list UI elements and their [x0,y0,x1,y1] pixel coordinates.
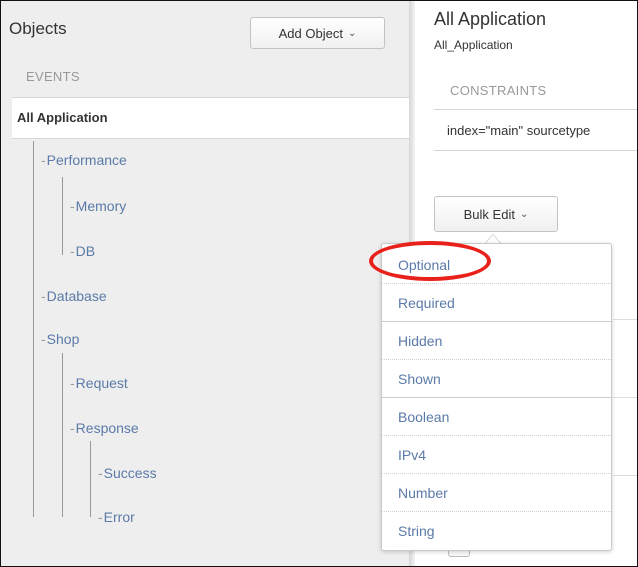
tree-dash-icon: - [98,509,103,525]
tree-connector-line [90,441,91,517]
tree-connector-line [62,177,63,255]
chevron-down-icon: ⌄ [347,27,357,39]
object-item-request[interactable]: -Request [70,375,128,391]
object-item-db[interactable]: -DB [70,243,95,259]
tree-dash-icon: - [41,288,46,304]
object-item-label: Performance [46,152,127,168]
dataset-title: All Application [434,9,547,29]
objects-title: Objects [9,19,67,38]
object-item-label: Shop [46,331,80,347]
object-item-label: Request [75,375,128,391]
object-item-success[interactable]: -Success [98,465,157,481]
tree-dash-icon: - [70,198,75,214]
menu-item-ipv4[interactable]: IPv4 [382,436,611,474]
table-row-divider [613,397,637,398]
menu-item-shown[interactable]: Shown [382,360,611,398]
object-item-label: Error [103,509,135,525]
menu-item-string[interactable]: String [382,512,611,550]
menu-item-number[interactable]: Number [382,474,611,512]
table-row-divider [613,475,637,476]
chevron-down-icon: ⌄ [519,208,529,220]
object-item-label: DB [75,243,96,259]
optional-highlight-annotation [369,241,491,281]
constraints-label: CONSTRAINTS [450,83,547,98]
object-item-response[interactable]: -Response [70,420,139,436]
table-row-divider [613,319,637,320]
objects-panel: Objects Add Object ⌄ EVENTS All Applicat… [1,1,410,566]
bulk-edit-menu: Optional Required Hidden Shown Boolean I… [381,243,612,551]
object-item-database[interactable]: -Database [41,288,107,304]
bulk-edit-button[interactable]: Bulk Edit ⌄ [434,196,558,232]
constraints-value: index="main" sourcetype [447,123,591,138]
bulk-edit-label: Bulk Edit [463,206,515,222]
object-item-all-application[interactable]: All Application [12,97,410,139]
object-item-label: Memory [75,198,127,214]
menu-item-required[interactable]: Required [382,284,611,322]
dataset-subtitle: All_Application [434,38,513,52]
object-item-shop[interactable]: -Shop [41,331,79,347]
object-item-label: All Application [17,110,108,125]
add-object-button[interactable]: Add Object ⌄ [250,17,385,49]
tree-dash-icon: - [98,465,103,481]
add-object-label: Add Object [278,25,343,41]
object-item-performance[interactable]: -Performance [41,152,127,168]
tree-dash-icon: - [41,331,46,347]
tree-connector-line [62,353,63,517]
menu-item-boolean[interactable]: Boolean [382,398,611,436]
screen: Objects Add Object ⌄ EVENTS All Applicat… [0,0,638,567]
tree-dash-icon: - [70,243,75,259]
tree-connector-line [33,141,34,517]
tree-dash-icon: - [70,420,75,436]
object-item-error[interactable]: -Error [98,509,135,525]
events-section-label: EVENTS [26,69,80,84]
tree-dash-icon: - [70,375,75,391]
tree-dash-icon: - [41,152,46,168]
menu-item-hidden[interactable]: Hidden [382,322,611,360]
object-item-label: Success [103,465,157,481]
dropdown-caret-icon [485,234,501,243]
object-item-label: Database [46,288,107,304]
object-item-memory[interactable]: -Memory [70,198,126,214]
object-item-label: Response [75,420,139,436]
